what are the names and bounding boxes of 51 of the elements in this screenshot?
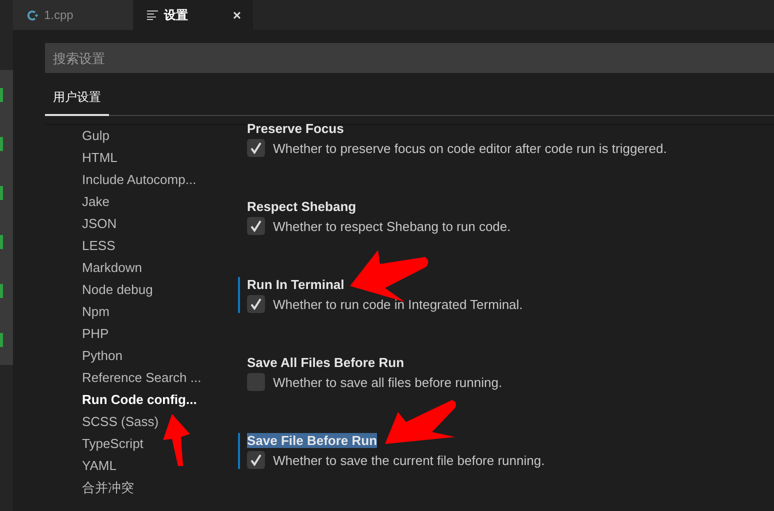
cpp-file-icon (27, 10, 38, 20)
gutter-mark (0, 235, 3, 250)
annotation-arrow (163, 414, 190, 466)
close-icon[interactable]: × (232, 7, 241, 23)
toc-item[interactable]: Npm (82, 301, 238, 323)
checkbox[interactable] (247, 217, 265, 235)
gutter-mark (0, 88, 3, 102)
toc-item[interactable]: Node debug (82, 279, 238, 301)
setting-title: Save File Before Run (247, 433, 378, 448)
checkbox[interactable] (247, 451, 265, 469)
toc-item[interactable]: Gulp (82, 125, 238, 147)
check-icon (250, 298, 262, 310)
setting-description: Whether to save the current file before running. (273, 452, 545, 468)
checkbox[interactable] (247, 295, 265, 313)
toc-item[interactable]: Jake (82, 191, 238, 213)
toc-item[interactable]: Reference Search ... (82, 367, 238, 389)
setting-description: Whether to save all files before running. (273, 374, 502, 390)
setting-description: Whether to run code in Integrated Terminal. (273, 296, 523, 312)
check-icon (250, 142, 262, 154)
checkbox[interactable] (247, 373, 265, 391)
scope-tab[interactable]: 用户设置 (45, 83, 109, 116)
toc-item[interactable]: 合并冲突 (82, 477, 238, 499)
toc-item[interactable]: Run Code config... (82, 389, 238, 411)
search-field[interactable]: 搜索设置 (45, 43, 774, 73)
lines-icon (147, 10, 158, 20)
toc-item[interactable]: TypeScript (82, 433, 238, 455)
setting-title: Save All Files Before Run (247, 355, 404, 370)
annotation-arrow (385, 400, 456, 444)
editor-tab[interactable]: 设置 × (133, 0, 253, 30)
check-icon (250, 220, 262, 232)
gutter-mark (0, 136, 3, 151)
toc-item[interactable]: SCSS (Sass) (82, 411, 238, 433)
setting-title: Preserve Focus (247, 121, 344, 136)
gutter-mark (0, 284, 3, 298)
setting-title: Run In Terminal (247, 277, 344, 292)
toc-item[interactable]: Include Autocomp... (82, 169, 238, 191)
setting-description: Whether to preserve focus on code editor after code run is triggered. (273, 140, 667, 156)
gutter-mark (0, 333, 3, 348)
checkbox[interactable] (247, 139, 265, 157)
toc-item[interactable]: PHP (82, 323, 238, 345)
toc-item[interactable]: Markdown (82, 257, 238, 279)
setting-description: Whether to respect Shebang to run code. (273, 218, 511, 234)
toc-item[interactable]: LESS (82, 235, 238, 257)
check-icon (250, 454, 262, 466)
toc-item[interactable]: JSON (82, 213, 238, 235)
toc-item[interactable]: YAML (82, 455, 238, 477)
setting-title: Respect Shebang (247, 199, 356, 214)
toc-item[interactable]: HTML (82, 147, 238, 169)
editor-tab[interactable]: 1.cpp (13, 0, 133, 30)
toc-item[interactable]: Python (82, 345, 238, 367)
gutter-mark (0, 186, 3, 200)
